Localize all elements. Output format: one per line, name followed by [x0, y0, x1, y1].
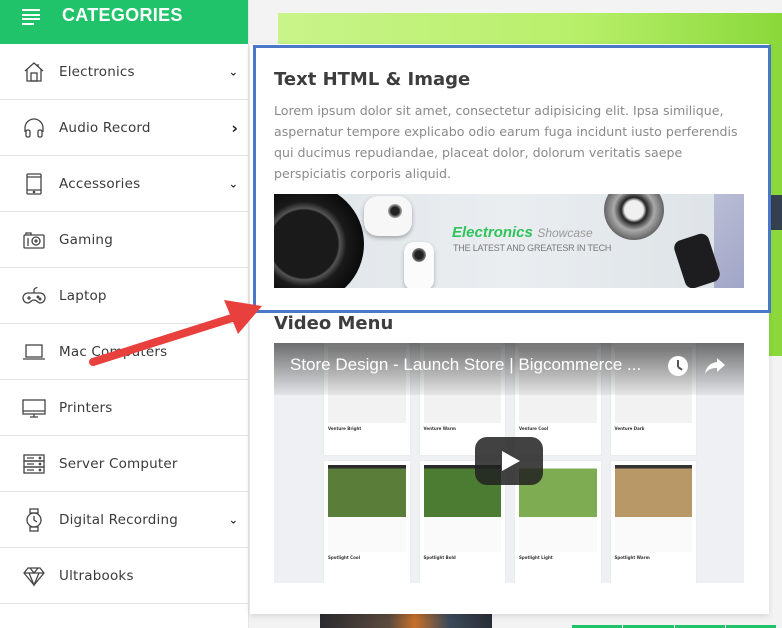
category-item-electronics[interactable]: Electronics ⌄: [0, 44, 248, 100]
chevron-down-icon[interactable]: ⌄: [229, 513, 238, 526]
theme-preview-tile: Spotlight Warm: [610, 461, 696, 583]
promo-headline: Electronics Showcase: [452, 224, 593, 242]
electronics-promo-banner[interactable]: Electronics Showcase THE LATEST AND GREA…: [274, 194, 744, 288]
diamond-icon: [22, 564, 46, 588]
product-thumbnail: [320, 612, 492, 628]
category-item-audio-record[interactable]: Audio Record ›: [0, 100, 248, 156]
server-icon: [22, 452, 46, 476]
tablet-icon: [22, 172, 46, 196]
category-list: Electronics ⌄ Audio Record › Accessories…: [0, 44, 248, 604]
category-label: Printers: [59, 399, 113, 416]
category-item-laptop[interactable]: Laptop: [0, 268, 248, 324]
category-label: Gaming: [59, 231, 113, 248]
video-section-title: Video Menu: [274, 313, 394, 334]
headphones-icon: [22, 116, 46, 140]
category-label: Digital Recording: [59, 511, 178, 528]
promo-tagline: THE LATEST AND GREATESR IN TECH: [453, 243, 612, 253]
security-camera-image: [364, 196, 412, 236]
categories-sidebar: CATEGORIES Electronics ⌄ Audio Record › …: [0, 0, 249, 628]
monitor-icon: [22, 396, 46, 420]
category-label: Server Computer: [59, 455, 178, 472]
category-label: Accessories: [59, 175, 141, 192]
video-player[interactable]: Venture Bright Venture Warm Venture Cool…: [274, 343, 744, 583]
chevron-down-icon[interactable]: ⌄: [229, 65, 238, 78]
laptop-icon: [22, 340, 46, 364]
text-section-title: Text HTML & Image: [274, 69, 471, 90]
promo-brand-suffix: Showcase: [537, 226, 593, 240]
category-item-printers[interactable]: Printers: [0, 380, 248, 436]
gamepad-icon: [22, 284, 46, 308]
category-label: Electronics: [59, 63, 135, 80]
share-icon[interactable]: [704, 357, 726, 375]
action-camera-image: [404, 242, 434, 288]
category-item-mac-computers[interactable]: Mac Computers: [0, 324, 248, 380]
camera-icon: [22, 228, 46, 252]
category-label: Ultrabooks: [59, 567, 134, 584]
text-section-body: Lorem ipsum dolor sit amet, consectetur …: [274, 103, 738, 181]
slider-control[interactable]: [771, 195, 782, 230]
category-item-ultrabooks[interactable]: Ultrabooks: [0, 548, 248, 604]
camera-lens-image: [604, 194, 664, 240]
page: CATEGORIES Electronics ⌄ Audio Record › …: [0, 0, 782, 628]
category-item-accessories[interactable]: Accessories ⌄: [0, 156, 248, 212]
robot-vacuum-image: [274, 194, 364, 288]
chevron-right-icon[interactable]: ›: [231, 118, 238, 137]
menu-icon: [22, 9, 42, 25]
categories-title: CATEGORIES: [62, 4, 183, 25]
category-item-server-computer[interactable]: Server Computer: [0, 436, 248, 492]
category-item-gaming[interactable]: Gaming: [0, 212, 248, 268]
category-label: Laptop: [59, 287, 107, 304]
watch-later-icon[interactable]: [668, 356, 688, 376]
category-label: Audio Record: [59, 119, 151, 136]
theme-preview-tile: Spotlight Cool: [324, 461, 410, 583]
category-label: Mac Computers: [59, 343, 168, 360]
play-button[interactable]: [475, 437, 543, 485]
category-item-digital-recording[interactable]: Digital Recording ⌄: [0, 492, 248, 548]
video-title[interactable]: Store Design - Launch Store | Bigcommerc…: [290, 355, 641, 375]
promo-brand: Electronics: [452, 224, 533, 241]
categories-header[interactable]: CATEGORIES: [0, 0, 248, 44]
watch-icon: [22, 507, 46, 532]
home-icon: [22, 60, 46, 84]
chevron-down-icon[interactable]: ⌄: [229, 177, 238, 190]
